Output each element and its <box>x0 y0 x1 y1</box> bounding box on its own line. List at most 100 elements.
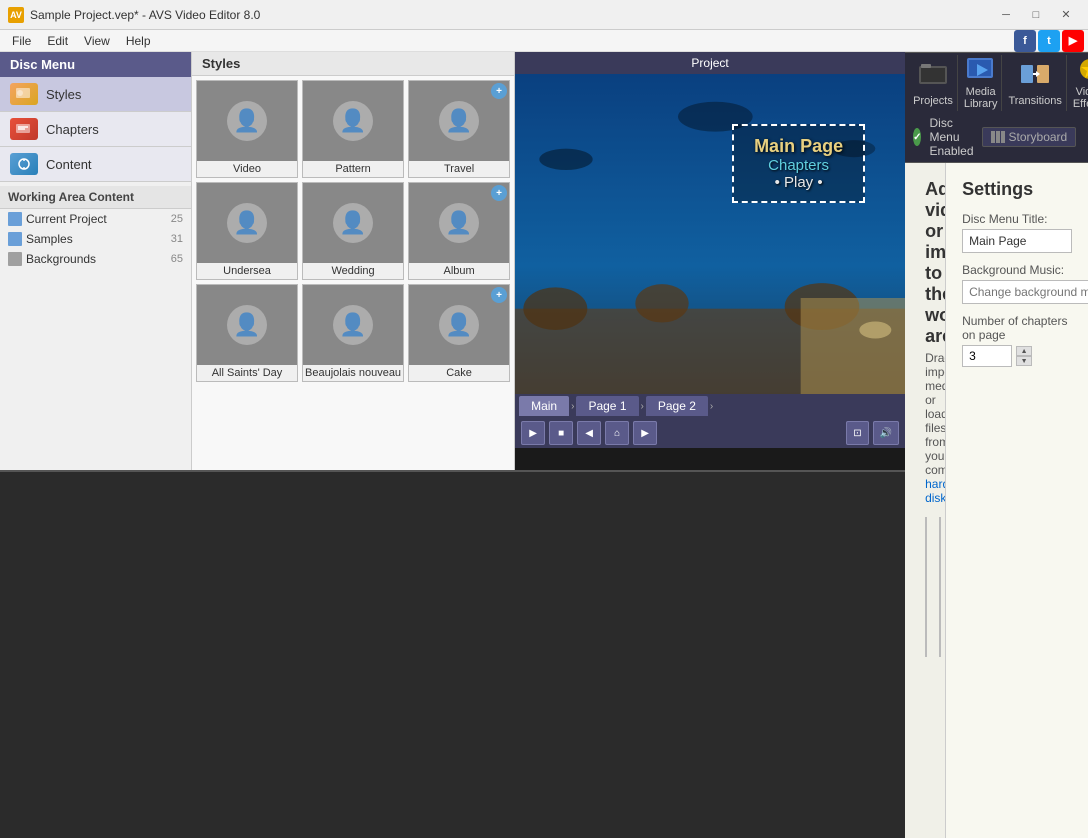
background-music-row: Browse... <box>962 280 1072 304</box>
background-music-input[interactable] <box>962 280 1088 304</box>
styles-icon <box>10 83 38 105</box>
chapters-spinner: ▲ ▼ <box>1016 346 1032 366</box>
style-album[interactable]: + 👤 Album <box>408 182 510 280</box>
storyboard-button[interactable]: Storyboard <box>982 127 1077 147</box>
audio-button[interactable]: 🔊 <box>873 421 899 445</box>
preview-play: • Play • <box>754 174 843 191</box>
chapters-label: Chapters <box>46 122 99 137</box>
style-wedding-label: Wedding <box>303 263 403 279</box>
menu-view[interactable]: View <box>76 32 118 50</box>
style-wedding[interactable]: 👤 Wedding <box>302 182 404 280</box>
disc-menu-enabled-label: Disc Menu Enabled <box>929 116 973 158</box>
styles-button[interactable]: Styles <box>0 77 191 112</box>
travel-add-badge: + <box>491 83 507 99</box>
tool-projects[interactable]: Projects <box>909 55 958 111</box>
background-music-label: Background Music: <box>962 263 1072 277</box>
storyboard-label: Storyboard <box>1009 130 1068 144</box>
style-travel[interactable]: + 👤 Travel <box>408 80 510 178</box>
preview-main-page: Main Page <box>754 136 843 157</box>
close-button[interactable]: ✕ <box>1052 3 1080 27</box>
maximize-button[interactable]: □ <box>1022 3 1050 27</box>
person-silhouette-3: 👤 <box>439 101 479 141</box>
style-beaujolais[interactable]: 👤 Beaujolais nouveau <box>302 284 404 382</box>
style-video[interactable]: 👤 Video <box>196 80 298 178</box>
play-button[interactable]: ▶ <box>521 421 545 445</box>
bottom-content: Add videos or images to the working area… <box>905 163 1088 838</box>
person-silhouette-8: 👤 <box>333 305 373 345</box>
prev-button[interactable]: ◀ <box>577 421 601 445</box>
tab-page2[interactable]: Page 2 <box>646 396 708 416</box>
tab-main[interactable]: Main <box>519 396 569 416</box>
style-album-thumb: + 👤 <box>409 183 509 263</box>
backgrounds-label: Backgrounds <box>26 252 171 266</box>
current-project-count: 25 <box>171 213 183 225</box>
person-silhouette-6: 👤 <box>439 203 479 243</box>
settings-heading: Settings <box>962 179 1072 200</box>
tree-item-current-project[interactable]: Current Project 25 <box>0 209 191 229</box>
content-button[interactable]: Content <box>0 147 191 182</box>
timeline-controls: ✓ Disc Menu Enabled Storyboard Zoom: ⛶ <box>905 112 1088 163</box>
menu-file[interactable]: File <box>4 32 39 50</box>
tool-video-effects[interactable]: Video Effects <box>1069 55 1088 111</box>
titlebar: AV Sample Project.vep* - AVS Video Edito… <box>0 0 1088 30</box>
person-silhouette: 👤 <box>227 101 267 141</box>
home-button[interactable]: ⌂ <box>605 421 629 445</box>
chapters-button[interactable]: Chapters <box>0 112 191 147</box>
style-saints-thumb: 👤 <box>197 285 297 365</box>
disc-menu-enabled-badge: ✓ <box>913 128 921 146</box>
folder-blue-icon <box>8 212 22 226</box>
menu-edit[interactable]: Edit <box>39 32 76 50</box>
tool-media-library[interactable]: Media Library <box>960 55 1003 111</box>
working-slot-1[interactable] <box>925 517 927 657</box>
chapters-field: Number of chapters on page ▲ ▼ <box>962 314 1072 367</box>
style-wedding-thumb: 👤 <box>303 183 403 263</box>
person-silhouette-5: 👤 <box>333 203 373 243</box>
working-slot-2: Working area is not available for curren… <box>939 517 941 657</box>
style-saints[interactable]: 👤 All Saints' Day <box>196 284 298 382</box>
style-saints-label: All Saints' Day <box>197 365 297 381</box>
fullscreen-preview[interactable]: ⊡ <box>846 421 868 445</box>
menubar: File Edit View Help f t ▶ <box>0 30 1088 52</box>
folder-gray-icon <box>8 252 22 266</box>
style-undersea[interactable]: 👤 Undersea <box>196 182 298 280</box>
person-silhouette-9: 👤 <box>439 305 479 345</box>
folder-blue-icon-2 <box>8 232 22 246</box>
tab-page1[interactable]: Page 1 <box>576 396 638 416</box>
projects-label: Projects <box>913 95 953 107</box>
twitter-icon[interactable]: t <box>1038 30 1060 52</box>
styles-grid-area[interactable]: 👤 Video 👤 Pattern <box>192 76 514 470</box>
next-button[interactable]: ▶ <box>633 421 657 445</box>
disc-menu-title-input[interactable] <box>962 229 1072 253</box>
facebook-icon[interactable]: f <box>1014 30 1036 52</box>
samples-label: Samples <box>26 232 171 246</box>
minimize-button[interactable]: ─ <box>992 3 1020 27</box>
video-effects-label: Video Effects <box>1073 86 1088 110</box>
style-video-label: Video <box>197 161 297 177</box>
youtube-icon[interactable]: ▶ <box>1062 30 1084 52</box>
tab-arrow-3: › <box>710 401 713 412</box>
chapters-decrement[interactable]: ▼ <box>1016 356 1032 366</box>
projects-icon <box>917 59 949 91</box>
style-pattern-thumb: 👤 <box>303 81 403 161</box>
chapters-increment[interactable]: ▲ <box>1016 346 1032 356</box>
right-panel: Project <box>515 52 905 470</box>
menu-help[interactable]: Help <box>118 32 159 50</box>
preview-chapters: Chapters <box>754 157 843 174</box>
style-pattern[interactable]: 👤 Pattern <box>302 80 404 178</box>
chapters-row: ▲ ▼ <box>962 345 1072 367</box>
video-effects-icon <box>1074 56 1088 82</box>
bottom-toolbar: Projects Media Library Transitions <box>905 52 1088 112</box>
media-library-label: Media Library <box>964 86 998 110</box>
disc-menu-title: Disc Menu <box>0 52 191 77</box>
chapters-input[interactable] <box>962 345 1012 367</box>
style-pattern-label: Pattern <box>303 161 403 177</box>
tree-item-samples[interactable]: Samples 31 <box>0 229 191 249</box>
tree-item-backgrounds[interactable]: Backgrounds 65 <box>0 249 191 269</box>
style-cake[interactable]: + 👤 Cake <box>408 284 510 382</box>
disc-menu-title-label: Disc Menu Title: <box>962 212 1072 226</box>
stop-button[interactable]: ■ <box>549 421 573 445</box>
tool-transitions[interactable]: Transitions <box>1004 55 1066 111</box>
add-videos-link[interactable]: hard disk <box>925 477 946 505</box>
add-videos-section: Add videos or images to the working area… <box>905 163 946 838</box>
app-icon: AV <box>8 7 24 23</box>
